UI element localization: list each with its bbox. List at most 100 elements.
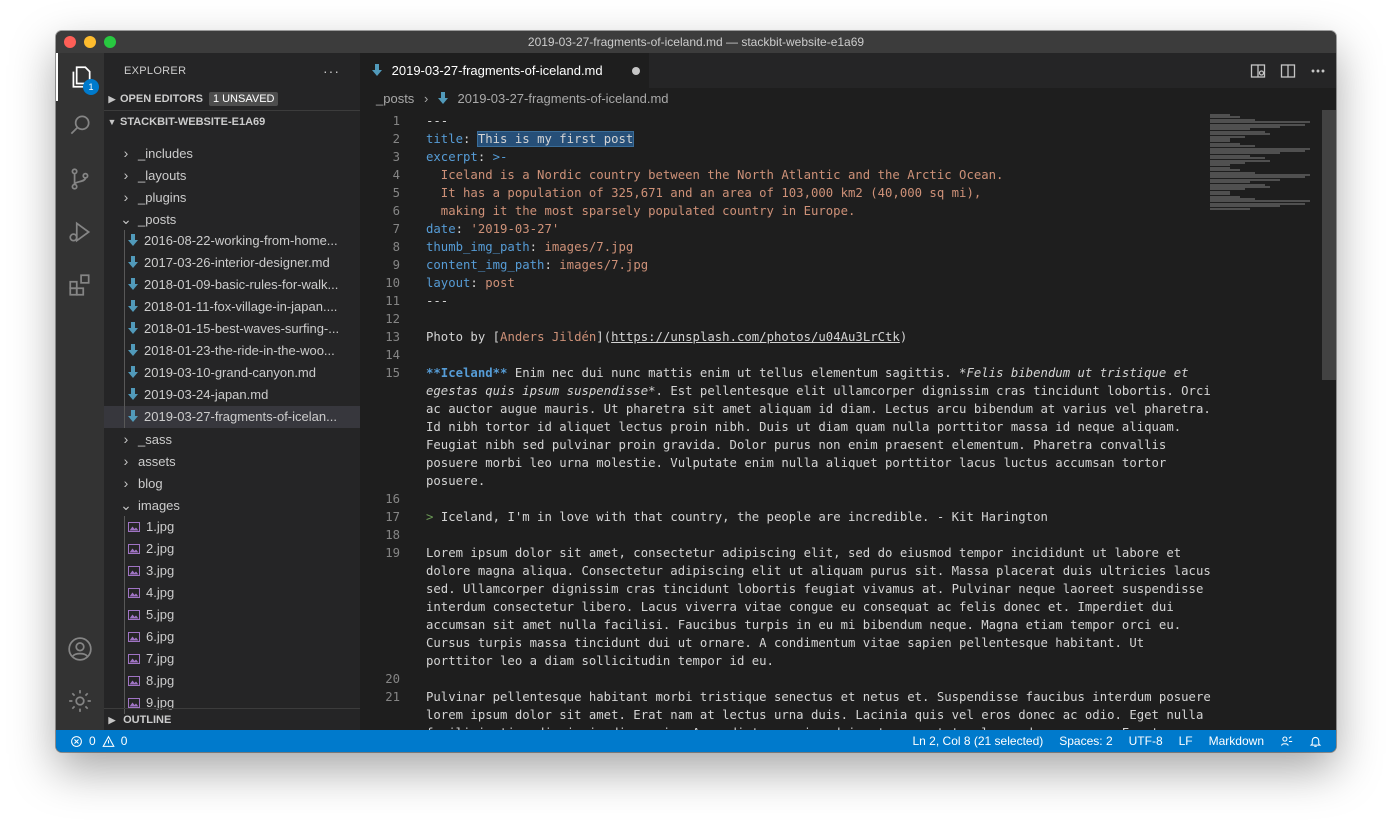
unsaved-badge: 1 UNSAVED: [208, 92, 279, 106]
explorer-activity-button[interactable]: 1: [56, 53, 104, 101]
problems-indicator[interactable]: 0 0: [70, 730, 127, 752]
tree-file[interactable]: 2019-03-10-grand-canyon.md: [104, 362, 360, 384]
tree-file[interactable]: 2017-03-26-interior-designer.md: [104, 252, 360, 274]
manage-activity-button[interactable]: [56, 677, 104, 725]
indent-guide: [124, 516, 125, 538]
tree-file[interactable]: 2018-01-09-basic-rules-for-walk...: [104, 274, 360, 296]
code-token: ac auctor augue mauris. Ut pharetra sit …: [426, 402, 1211, 416]
code-token: :: [477, 150, 493, 164]
end-of-line[interactable]: LF: [1179, 730, 1193, 752]
tree-folder[interactable]: › assets: [104, 450, 360, 472]
tree-item-label: 2018-01-11-fox-village-in-japan....: [144, 299, 338, 314]
tree-item-label: 7.jpg: [146, 651, 175, 666]
tree-item-label: _posts: [138, 212, 177, 227]
code-token: porttitor leo a diam sollicitudin tempor…: [426, 654, 774, 668]
breadcrumb-file[interactable]: 2019-03-27-fragments-of-iceland.md: [458, 91, 669, 106]
tree-file[interactable]: 4.jpg: [104, 582, 360, 604]
indentation[interactable]: Spaces: 2: [1059, 730, 1112, 752]
workspace-root-label: STACKBIT-WEBSITE-E1A69: [120, 116, 266, 128]
more-actions-button[interactable]: ···: [323, 63, 340, 79]
close-window-button[interactable]: [64, 36, 76, 48]
code-token: . Est pellentesque elit ullamcorper dign…: [655, 384, 1211, 398]
line-number: 19: [385, 546, 400, 560]
workspace-root-section[interactable]: ▼ STACKBIT-WEBSITE-E1A69: [104, 110, 360, 133]
tree-file[interactable]: 6.jpg: [104, 626, 360, 648]
account-activity-button[interactable]: [56, 625, 104, 673]
maximize-window-button[interactable]: [104, 36, 116, 48]
feedback-icon[interactable]: [1280, 735, 1293, 748]
chevron-right-icon: ›: [123, 453, 129, 469]
outline-label: OUTLINE: [123, 714, 172, 726]
tree-file[interactable]: 2016-08-22-working-from-home...: [104, 230, 360, 252]
code-token: :: [455, 222, 471, 236]
indent-guide: [124, 538, 125, 560]
markdown-file-icon: [128, 410, 138, 422]
code-line: dolore magna aliqua. Consectetur adipisc…: [426, 562, 1211, 580]
markdown-file-icon: [128, 366, 138, 378]
split-editor-icon[interactable]: [1280, 63, 1296, 79]
unsaved-dot-icon[interactable]: [632, 67, 640, 75]
tree-folder[interactable]: › _sass: [104, 428, 360, 450]
code-token: *Felis bibendum ut tristique et: [959, 366, 1189, 380]
code-token: accumsan sit amet nulla facilisi. Faucib…: [426, 618, 1182, 632]
extensions-activity-button[interactable]: [56, 261, 104, 309]
tree-file[interactable]: 2019-03-27-fragments-of-icelan...: [104, 406, 360, 428]
breadcrumb-folder[interactable]: _posts: [376, 91, 414, 106]
tree-folder[interactable]: › _plugins: [104, 186, 360, 208]
tree-folder[interactable]: › _layouts: [104, 164, 360, 186]
tree-file[interactable]: 8.jpg: [104, 670, 360, 692]
tree-item-label: images: [138, 498, 180, 513]
tree-file[interactable]: 2018-01-15-best-waves-surfing-...: [104, 318, 360, 340]
tree-file[interactable]: 2019-03-24-japan.md: [104, 384, 360, 406]
indent-guide: [124, 340, 125, 362]
code-token: sed. Ullamcorper dignissim cras tincidun…: [426, 582, 1204, 596]
more-icon[interactable]: [1310, 63, 1326, 79]
tree-folder[interactable]: ⌄ images: [104, 494, 360, 516]
tree-item-label: 2019-03-10-grand-canyon.md: [144, 365, 316, 380]
outline-section[interactable]: ▶ OUTLINE: [104, 708, 360, 731]
code-token: :: [463, 132, 478, 146]
tree-file[interactable]: 3.jpg: [104, 560, 360, 582]
tree-file[interactable]: 5.jpg: [104, 604, 360, 626]
code-token: **Iceland**: [426, 366, 508, 380]
minimize-window-button[interactable]: [84, 36, 96, 48]
tree-file[interactable]: 2018-01-23-the-ride-in-the-woo...: [104, 340, 360, 362]
tree-file[interactable]: 2018-01-11-fox-village-in-japan....: [104, 296, 360, 318]
chevron-right-icon: ›: [123, 431, 129, 447]
code-editor[interactable]: 1 --- 2 title: This is my first post 3 excerp…: [360, 110, 1336, 730]
code-token: Iceland is a Nordic country between the …: [426, 168, 1004, 182]
language-mode[interactable]: Markdown: [1209, 730, 1264, 752]
vertical-scrollbar[interactable]: [1322, 110, 1336, 380]
tree-folder[interactable]: › blog: [104, 472, 360, 494]
line-number: [360, 436, 400, 454]
tree-item-label: 2017-03-26-interior-designer.md: [144, 255, 330, 270]
code-line: porttitor leo a diam sollicitudin tempor…: [426, 652, 774, 670]
tree-file[interactable]: 1.jpg: [104, 516, 360, 538]
line-number: 16: [385, 492, 400, 506]
run-debug-activity-button[interactable]: [56, 208, 104, 256]
tab-active-file[interactable]: 2019-03-27-fragments-of-iceland.md: [360, 53, 649, 88]
bell-icon[interactable]: [1309, 735, 1322, 748]
tree-file[interactable]: 2.jpg: [104, 538, 360, 560]
open-preview-icon[interactable]: [1250, 63, 1266, 79]
search-activity-button[interactable]: [56, 101, 104, 149]
tree-folder[interactable]: › _includes: [104, 142, 360, 164]
tree-item-label: _layouts: [138, 168, 187, 183]
indent-guide: [124, 670, 125, 692]
minimap[interactable]: [1210, 110, 1320, 210]
sidebar-title: EXPLORER: [124, 64, 187, 77]
code-token: posuere.: [426, 474, 486, 488]
indent-guide: [124, 384, 125, 406]
tree-file[interactable]: 7.jpg: [104, 648, 360, 670]
window-title: 2019-03-27-fragments-of-iceland.md — sta…: [527, 35, 865, 49]
source-control-activity-button[interactable]: [56, 155, 104, 203]
tree-folder[interactable]: ⌄ _posts: [104, 208, 360, 230]
activity-bar: 1: [56, 53, 104, 730]
markdown-file-icon: [128, 278, 138, 290]
code-line: Lorem ipsum dolor sit amet, consectetur …: [426, 544, 1181, 562]
tab-label: 2019-03-27-fragments-of-iceland.md: [391, 63, 603, 78]
encoding[interactable]: UTF-8: [1129, 730, 1163, 752]
line-number: 8: [392, 240, 400, 254]
cursor-position[interactable]: Ln 2, Col 8 (21 selected): [913, 730, 1044, 752]
open-editors-section[interactable]: ▶ OPEN EDITORS 1 UNSAVED: [104, 88, 360, 110]
